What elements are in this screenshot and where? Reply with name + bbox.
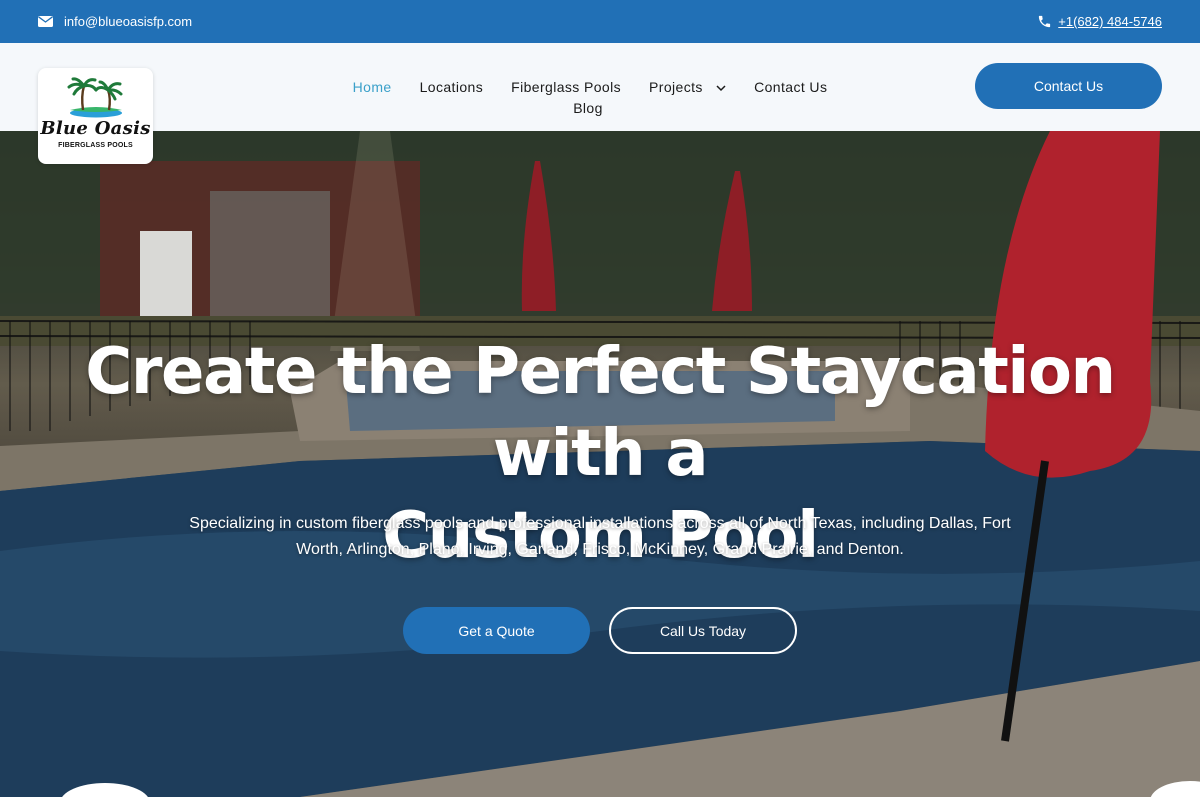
top-contact-bar: info@blueoasisfp.com +1(682) 484-5746 xyxy=(0,0,1200,43)
main-navigation: Home Locations Fiberglass Pools Projects… xyxy=(330,79,850,116)
topbar-email[interactable]: info@blueoasisfp.com xyxy=(38,14,192,29)
nav-item-fiberglass-pools[interactable]: Fiberglass Pools xyxy=(511,79,621,95)
logo-wordmark: Blue Oasis xyxy=(40,118,151,139)
hero-section: Create the Perfect Staycation with a Cus… xyxy=(0,131,1200,797)
phone-icon xyxy=(1039,15,1051,28)
nav-item-projects-label: Projects xyxy=(649,79,703,95)
header-contact-button[interactable]: Contact Us xyxy=(975,63,1162,109)
topbar-email-text[interactable]: info@blueoasisfp.com xyxy=(64,14,192,29)
call-us-button[interactable]: Call Us Today xyxy=(609,607,797,654)
hero-subtitle: Specializing in custom fiberglass pools … xyxy=(189,515,1011,558)
envelope-icon xyxy=(38,16,53,27)
palm-tree-logo-icon xyxy=(67,77,123,118)
hero-title-line-1: Create the Perfect Staycation with a xyxy=(85,335,1116,491)
nav-item-projects[interactable]: Projects xyxy=(649,79,726,95)
topbar-phone[interactable]: +1(682) 484-5746 xyxy=(1037,14,1162,29)
chevron-down-icon xyxy=(716,85,726,91)
topbar-phone-link[interactable]: +1(682) 484-5746 xyxy=(1058,14,1162,29)
site-logo[interactable]: Blue Oasis FIBERGLASS POOLS xyxy=(38,68,153,164)
get-quote-button[interactable]: Get a Quote xyxy=(403,607,590,654)
logo-tagline: FIBERGLASS POOLS xyxy=(58,142,133,149)
nav-item-blog[interactable]: Blog xyxy=(573,100,603,116)
nav-item-home[interactable]: Home xyxy=(353,79,392,95)
site-header: Home Locations Fiberglass Pools Projects… xyxy=(0,43,1200,131)
nav-item-contact-us[interactable]: Contact Us xyxy=(754,79,827,95)
nav-item-locations[interactable]: Locations xyxy=(420,79,484,95)
